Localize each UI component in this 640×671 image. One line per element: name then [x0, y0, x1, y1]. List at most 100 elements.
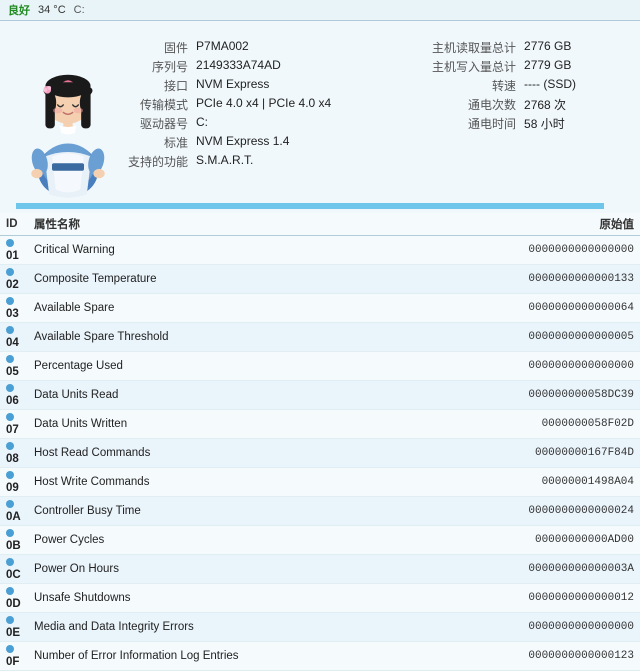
table-row: 01Critical Warning0000000000000000: [0, 236, 640, 265]
row-value: 0000000000000000: [425, 613, 640, 642]
row-id: 07: [0, 410, 28, 439]
table-row: 05Percentage Used0000000000000000: [0, 352, 640, 381]
row-id: 09: [0, 468, 28, 497]
row-value: 0000000000000000: [425, 236, 640, 265]
anime-character: [8, 35, 128, 199]
drive-letter: C:: [74, 4, 85, 16]
info-value: C:: [196, 115, 432, 132]
row-id: 03: [0, 294, 28, 323]
row-value: 0000000000000123: [425, 642, 640, 671]
character-svg: [13, 39, 123, 199]
table-row: 07Data Units Written0000000058F02D: [0, 410, 640, 439]
table-row: 0FNumber of Error Information Log Entrie…: [0, 642, 640, 671]
row-dot: [6, 529, 14, 537]
row-value: 00000000167F84D: [425, 439, 640, 468]
row-dot: [6, 645, 14, 653]
table-row: 0AController Busy Time0000000000000024: [0, 497, 640, 526]
info-value: PCIe 4.0 x4 | PCIe 4.0 x4: [196, 96, 432, 113]
info-label: 固件: [128, 39, 188, 56]
info-table-right: 主机读取量总计2776 GB主机写入量总计2779 GB转速---- (SSD)…: [432, 35, 632, 199]
row-name: Number of Error Information Log Entries: [28, 642, 425, 671]
row-name: Unsafe Shutdowns: [28, 584, 425, 613]
status-label: 良好: [8, 2, 30, 18]
row-dot: [6, 355, 14, 363]
row-id: 0D: [0, 584, 28, 613]
row-dot: [6, 297, 14, 305]
col-value: 原始值: [425, 213, 640, 236]
info-section: 固件P7MA002序列号2149333A74AD接口NVM Express传输模…: [0, 35, 640, 199]
row-id: 01: [0, 236, 28, 265]
row-id: 0C: [0, 555, 28, 584]
row-value: 0000000000000005: [425, 323, 640, 352]
info-label: 接口: [128, 77, 188, 94]
row-value: 000000000000003A: [425, 555, 640, 584]
row-dot: [6, 413, 14, 421]
smart-table: ID 属性名称 原始值 01Critical Warning0000000000…: [0, 213, 640, 671]
row-value: 0000000000000133: [425, 265, 640, 294]
row-id: 04: [0, 323, 28, 352]
right-label: 通电次数: [432, 96, 516, 113]
top-bar: 良好 34 °C C:: [0, 0, 640, 21]
main-container: 固件P7MA002序列号2149333A74AD接口NVM Express传输模…: [0, 21, 640, 671]
table-row: 04Available Spare Threshold0000000000000…: [0, 323, 640, 352]
top-temp: 34 °C: [38, 4, 66, 16]
info-value: NVM Express: [196, 77, 432, 94]
row-name: Host Write Commands: [28, 468, 425, 497]
row-dot: [6, 442, 14, 450]
row-value: 000000000058DC39: [425, 381, 640, 410]
col-name: 属性名称: [28, 213, 425, 236]
row-id: 0A: [0, 497, 28, 526]
col-id: ID: [0, 213, 28, 236]
row-value: 0000000000000024: [425, 497, 640, 526]
info-value: P7MA002: [196, 39, 432, 56]
row-dot: [6, 384, 14, 392]
right-value: 58 小时: [524, 115, 624, 132]
table-row: 0DUnsafe Shutdowns0000000000000012: [0, 584, 640, 613]
row-name: Available Spare Threshold: [28, 323, 425, 352]
row-name: Host Read Commands: [28, 439, 425, 468]
right-label: 转速: [432, 77, 516, 94]
row-name: Percentage Used: [28, 352, 425, 381]
row-name: Media and Data Integrity Errors: [28, 613, 425, 642]
table-row: 0EMedia and Data Integrity Errors0000000…: [0, 613, 640, 642]
row-id: 0F: [0, 642, 28, 671]
info-value: 2149333A74AD: [196, 58, 432, 75]
right-value: 2779 GB: [524, 58, 624, 75]
table-row: 08Host Read Commands00000000167F84D: [0, 439, 640, 468]
info-value: S.M.A.R.T.: [196, 153, 432, 170]
row-value: 0000000000000000: [425, 352, 640, 381]
row-id: 08: [0, 439, 28, 468]
row-name: Available Spare: [28, 294, 425, 323]
table-row: 0BPower Cycles00000000000AD00: [0, 526, 640, 555]
table-header-row: ID 属性名称 原始值: [0, 213, 640, 236]
row-id: 0B: [0, 526, 28, 555]
row-value: 00000001498A04: [425, 468, 640, 497]
row-name: Data Units Read: [28, 381, 425, 410]
row-dot: [6, 268, 14, 276]
row-id: 06: [0, 381, 28, 410]
row-name: Power On Hours: [28, 555, 425, 584]
table-row: 02Composite Temperature0000000000000133: [0, 265, 640, 294]
row-name: Composite Temperature: [28, 265, 425, 294]
right-value: ---- (SSD): [524, 77, 624, 94]
device-title: [0, 21, 640, 35]
row-id: 05: [0, 352, 28, 381]
health-status: [16, 203, 604, 209]
info-label: 驱动器号: [128, 115, 188, 132]
right-label: 主机读取量总计: [432, 39, 516, 56]
row-name: Power Cycles: [28, 526, 425, 555]
info-label: 支持的功能: [128, 153, 188, 170]
right-value: 2776 GB: [524, 39, 624, 56]
health-bar-section: [8, 203, 632, 209]
right-label: 通电时间: [432, 115, 516, 132]
table-row: 06Data Units Read000000000058DC39: [0, 381, 640, 410]
info-label: 传输模式: [128, 96, 188, 113]
right-value: 2768 次: [524, 96, 624, 113]
row-value: 0000000000000012: [425, 584, 640, 613]
row-dot: [6, 558, 14, 566]
row-id: 02: [0, 265, 28, 294]
row-value: 00000000000AD00: [425, 526, 640, 555]
row-dot: [6, 587, 14, 595]
row-value: 0000000000000064: [425, 294, 640, 323]
row-dot: [6, 616, 14, 624]
